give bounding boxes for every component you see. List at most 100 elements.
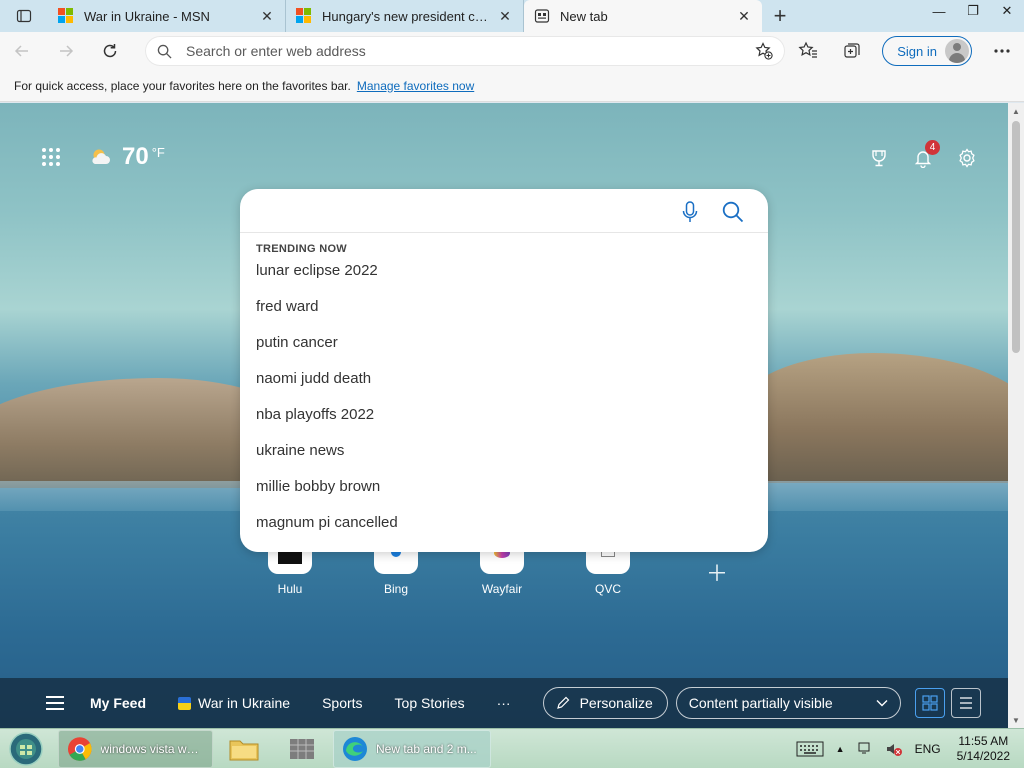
- trending-item[interactable]: lunar eclipse 2022: [240, 261, 768, 297]
- chevron-down-icon: [876, 700, 888, 707]
- favorites-star-icon: [798, 41, 818, 58]
- trending-item[interactable]: fred ward: [240, 297, 768, 333]
- tab-war-in-ukraine[interactable]: War in Ukraine - MSN ✕: [48, 0, 286, 32]
- search-input[interactable]: [256, 199, 656, 223]
- system-clock[interactable]: 11:55 AM 5/14/2022: [957, 734, 1010, 764]
- close-tab-icon[interactable]: ✕: [259, 8, 275, 24]
- personalize-button[interactable]: Personalize: [542, 687, 668, 719]
- tab-title: War in Ukraine - MSN: [84, 8, 210, 24]
- address-placeholder: Search or enter web address: [186, 43, 366, 59]
- toolbar-right: Sign in: [786, 32, 1024, 70]
- hamburger-menu-icon[interactable]: [46, 696, 64, 710]
- windows-start-orb-icon: [9, 731, 43, 766]
- tab-strip: War in Ukraine - MSN ✕ Hungary's new pre…: [0, 0, 1024, 32]
- trending-item[interactable]: millie bobby brown: [240, 477, 768, 513]
- feed-navigation: My Feed War in Ukraine Sports Top Storie…: [0, 678, 1008, 728]
- favorites-button[interactable]: [786, 32, 830, 70]
- address-bar[interactable]: Search or enter web address: [145, 36, 785, 66]
- trending-item[interactable]: naomi judd death: [240, 369, 768, 405]
- minimize-button[interactable]: —: [922, 0, 956, 22]
- close-tab-icon[interactable]: ✕: [736, 8, 752, 24]
- manage-favorites-link[interactable]: Manage favorites now: [357, 79, 474, 93]
- content-visibility-select[interactable]: Content partially visible: [675, 687, 901, 719]
- notifications-button[interactable]: 4: [910, 140, 940, 170]
- scroll-up-arrow-icon[interactable]: ▲: [1008, 103, 1024, 119]
- feed-tab-label: War in Ukraine: [198, 695, 291, 711]
- tab-title: New tab: [560, 8, 608, 24]
- edge-icon: [343, 736, 367, 761]
- search-icon[interactable]: [722, 201, 744, 223]
- tab-hungary-president[interactable]: Hungary's new president condemns ✕: [286, 0, 524, 32]
- collections-button[interactable]: [830, 32, 874, 70]
- grid-view-icon: [922, 695, 938, 711]
- volume-muted-icon[interactable]: [885, 741, 903, 757]
- keyboard-icon[interactable]: [796, 741, 824, 757]
- pencil-icon: [556, 696, 569, 709]
- network-icon[interactable]: [857, 741, 873, 757]
- new-tab-button[interactable]: +: [762, 0, 798, 32]
- add-favorite-icon[interactable]: [755, 42, 773, 60]
- back-button[interactable]: [0, 32, 44, 70]
- taskbar-app-grid[interactable]: [275, 730, 329, 768]
- app-launcher-icon[interactable]: [42, 148, 60, 166]
- forward-button[interactable]: [44, 32, 88, 70]
- content-visibility-value: Content partially visible: [688, 695, 833, 711]
- microsoft-logo-icon: [58, 8, 74, 24]
- folder-icon: [229, 740, 259, 760]
- search-input-row: [240, 189, 768, 233]
- weather-widget[interactable]: 70 °F: [90, 143, 165, 171]
- quick-link-label: Wayfair: [481, 582, 523, 596]
- start-button[interactable]: [6, 729, 46, 768]
- partly-sunny-icon: [92, 149, 110, 164]
- newtab-page-icon: [534, 9, 550, 23]
- language-indicator[interactable]: ENG: [915, 742, 941, 756]
- settings-more-button[interactable]: [980, 32, 1024, 70]
- feed-tab-war-in-ukraine[interactable]: War in Ukraine: [178, 695, 290, 711]
- restore-button[interactable]: ❐: [956, 0, 990, 22]
- taskbar-edge-window[interactable]: New tab and 2 m...: [333, 729, 491, 768]
- trending-item[interactable]: ukraine news: [240, 441, 768, 477]
- trending-item[interactable]: putin cancer: [240, 333, 768, 369]
- microphone-icon[interactable]: [682, 201, 698, 223]
- taskbar-chrome-window[interactable]: windows vista wal...: [58, 729, 213, 768]
- weather-unit: °F: [151, 145, 165, 160]
- forward-arrow-icon: [60, 45, 74, 57]
- system-tray: ▲ ENG 11:55 AM 5/14/2022: [790, 729, 1024, 768]
- list-view-button[interactable]: [950, 688, 981, 718]
- more-dots-icon: [994, 49, 1010, 53]
- collections-icon: [844, 43, 860, 58]
- page-scrollbar[interactable]: ▲ ▼: [1008, 103, 1024, 728]
- close-tab-icon[interactable]: ✕: [497, 8, 513, 24]
- scroll-down-arrow-icon[interactable]: ▼: [1008, 712, 1024, 728]
- personalize-label: Personalize: [579, 695, 653, 711]
- scrollbar-thumb[interactable]: [1012, 121, 1020, 353]
- screen: War in Ukraine - MSN ✕ Hungary's new pre…: [0, 0, 1024, 768]
- trending-item[interactable]: nba playoffs 2022: [240, 405, 768, 441]
- tab-actions-button[interactable]: [0, 0, 48, 32]
- quick-link-label: QVC: [594, 582, 621, 596]
- show-hidden-icons-chevron-icon[interactable]: ▲: [836, 744, 845, 754]
- background-hill-right: [738, 353, 1008, 483]
- page-settings-button[interactable]: [954, 146, 980, 170]
- ukraine-flag-icon: [178, 696, 192, 710]
- close-window-button[interactable]: ✕: [990, 0, 1024, 22]
- tab-new-tab[interactable]: New tab ✕: [524, 0, 762, 32]
- taskbar: windows vista wal... New tab and 2 m... …: [0, 728, 1024, 768]
- browser-toolbar: Search or enter web address Sign in: [0, 32, 1024, 70]
- sign-in-label: Sign in: [897, 43, 937, 59]
- feed-tab-top-stories[interactable]: Top Stories: [395, 695, 465, 711]
- taskbar-file-explorer[interactable]: [217, 730, 271, 768]
- notification-badge: 4: [925, 140, 940, 155]
- rewards-trophy-icon: [872, 150, 886, 167]
- feed-tab-my-feed[interactable]: My Feed: [90, 695, 146, 711]
- sign-in-button[interactable]: Sign in: [882, 36, 972, 66]
- grid-view-button[interactable]: [914, 688, 945, 718]
- gear-icon: [959, 148, 975, 168]
- microsoft-logo-icon: [296, 8, 312, 24]
- feed-tab-sports[interactable]: Sports: [322, 695, 362, 711]
- feed-more-button[interactable]: ···: [497, 695, 511, 711]
- add-quick-link-button[interactable]: ＋: [706, 556, 728, 588]
- trending-item[interactable]: magnum pi cancelled: [240, 513, 768, 549]
- refresh-button[interactable]: [88, 32, 132, 70]
- rewards-button[interactable]: [866, 146, 892, 170]
